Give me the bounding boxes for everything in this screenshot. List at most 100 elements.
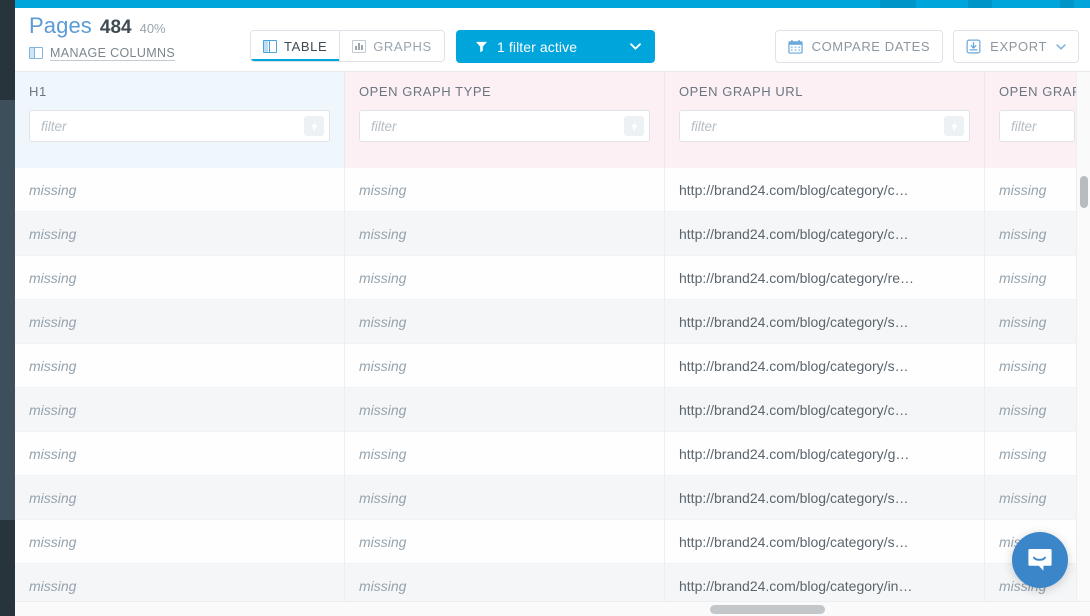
cell-missing-value: missing xyxy=(29,402,77,418)
grid-header-row: H1 OPEN GRAPH TYPE xyxy=(15,72,1090,168)
lightning-bolt-icon xyxy=(950,121,958,131)
cell-missing-value: missing xyxy=(999,490,1047,506)
cell-missing-value: missing xyxy=(999,182,1047,198)
table-cell: http://brand24.com/blog/category/s… xyxy=(665,476,985,520)
vertical-scrollbar-thumb[interactable] xyxy=(1080,176,1088,208)
column-header-open-graph-title: OPEN GRAPH T xyxy=(985,72,1090,168)
filter-active-button[interactable]: 1 filter active xyxy=(456,30,655,63)
cell-url-value: http://brand24.com/blog/category/in… xyxy=(679,578,913,594)
table-cell: missing xyxy=(345,432,665,476)
cell-missing-value: missing xyxy=(359,446,407,462)
table-row[interactable]: missing missing http://brand24.com/blog/ca… xyxy=(15,256,1090,300)
table-cell: missing xyxy=(15,432,345,476)
table-cell: missing xyxy=(985,256,1090,300)
table-icon xyxy=(263,39,277,53)
quick-filter-button[interactable] xyxy=(624,116,644,136)
tab-graphs[interactable]: GRAPHS xyxy=(339,31,444,61)
intercom-chat-icon xyxy=(1028,549,1052,571)
cell-missing-value: missing xyxy=(359,358,407,374)
horizontal-scrollbar[interactable] xyxy=(15,601,1090,616)
cell-missing-value: missing xyxy=(999,270,1047,286)
download-icon xyxy=(966,39,981,54)
cell-missing-value: missing xyxy=(29,182,77,198)
bar-chart-icon xyxy=(352,39,367,53)
filter-input[interactable] xyxy=(1000,111,1074,141)
cell-missing-value: missing xyxy=(29,578,77,594)
column-header-label: OPEN GRAPH URL xyxy=(679,84,804,99)
table-cell: missing xyxy=(345,300,665,344)
page-title-text: Pages xyxy=(29,13,92,38)
table-row[interactable]: missing missing http://brand24.com/blog/ca… xyxy=(15,520,1090,564)
manage-columns-link[interactable]: MANAGE COLUMNS xyxy=(29,46,175,60)
cell-missing-value: missing xyxy=(359,314,407,330)
quick-filter-button[interactable] xyxy=(304,116,324,136)
top-bar-segment xyxy=(1060,0,1074,8)
quick-filter-button[interactable] xyxy=(944,116,964,136)
table-cell: missing xyxy=(345,476,665,520)
table-row[interactable]: missing missing http://brand24.com/blog/ca… xyxy=(15,168,1090,212)
page-header: Pages 484 40% MANAGE COLUMNS TABLE GRAPH… xyxy=(15,8,1090,72)
data-grid: H1 OPEN GRAPH TYPE xyxy=(15,72,1090,616)
table-cell: missing xyxy=(985,476,1090,520)
table-cell: missing xyxy=(985,300,1090,344)
cell-missing-value: missing xyxy=(29,314,77,330)
filter-input[interactable] xyxy=(360,111,649,141)
cell-missing-value: missing xyxy=(359,534,407,550)
top-bar-segment xyxy=(968,0,992,8)
cell-missing-value: missing xyxy=(999,358,1047,374)
cell-missing-value: missing xyxy=(359,226,407,242)
table-cell: missing xyxy=(15,256,345,300)
table-cell: missing xyxy=(15,388,345,432)
table-row[interactable]: missing missing http://brand24.com/blog/ca… xyxy=(15,344,1090,388)
view-mode-toggle: TABLE GRAPHS xyxy=(250,30,445,62)
tab-graphs-label: GRAPHS xyxy=(373,38,432,54)
cell-missing-value: missing xyxy=(359,490,407,506)
grid-inner: H1 OPEN GRAPH TYPE xyxy=(15,72,1090,608)
funnel-icon xyxy=(475,41,488,53)
cell-missing-value: missing xyxy=(29,358,77,374)
tab-table[interactable]: TABLE xyxy=(251,31,340,61)
table-cell: missing xyxy=(985,432,1090,476)
filter-input[interactable] xyxy=(680,111,969,141)
column-filter-open-graph-type[interactable] xyxy=(359,110,650,142)
table-cell: missing xyxy=(15,476,345,520)
export-button[interactable]: EXPORT xyxy=(953,30,1079,63)
cell-url-value: http://brand24.com/blog/category/c… xyxy=(679,402,909,418)
table-cell: http://brand24.com/blog/category/c… xyxy=(665,212,985,256)
left-nav-rail[interactable] xyxy=(0,0,15,616)
cell-missing-value: missing xyxy=(359,182,407,198)
column-header-label: OPEN GRAPH TYPE xyxy=(359,84,492,99)
cell-missing-value: missing xyxy=(29,534,77,550)
cell-missing-value: missing xyxy=(359,402,407,418)
table-cell: http://brand24.com/blog/category/s… xyxy=(665,344,985,388)
column-filter-open-graph-title[interactable] xyxy=(999,110,1075,142)
column-header-open-graph-type: OPEN GRAPH TYPE xyxy=(345,72,665,168)
table-cell: missing xyxy=(985,168,1090,212)
horizontal-scrollbar-thumb[interactable] xyxy=(710,605,825,614)
table-cell: missing xyxy=(985,212,1090,256)
cell-missing-value: missing xyxy=(359,578,407,594)
compare-dates-button[interactable]: COMPARE DATES xyxy=(774,30,944,63)
table-row[interactable]: missing missing http://brand24.com/blog/ca… xyxy=(15,300,1090,344)
vertical-scrollbar[interactable] xyxy=(1076,72,1090,601)
app-root: Pages 484 40% MANAGE COLUMNS TABLE GRAPH… xyxy=(0,0,1090,616)
calendar-icon xyxy=(787,39,803,54)
table-row[interactable]: missing missing http://brand24.com/blog/ca… xyxy=(15,476,1090,520)
column-filter-open-graph-url[interactable] xyxy=(679,110,970,142)
page-title-percent: 40% xyxy=(139,21,166,36)
cell-missing-value: missing xyxy=(359,270,407,286)
compare-dates-label: COMPARE DATES xyxy=(811,39,931,54)
column-header-open-graph-url: OPEN GRAPH URL xyxy=(665,72,985,168)
table-row[interactable]: missing missing http://brand24.com/blog/ca… xyxy=(15,432,1090,476)
cell-missing-value: missing xyxy=(29,490,77,506)
table-row[interactable]: missing missing http://brand24.com/blog/ca… xyxy=(15,212,1090,256)
table-row[interactable]: missing missing http://brand24.com/blog/ca… xyxy=(15,388,1090,432)
filter-input[interactable] xyxy=(30,111,329,141)
cell-url-value: http://brand24.com/blog/category/s… xyxy=(679,358,909,374)
cell-missing-value: missing xyxy=(999,446,1047,462)
rail-top-section xyxy=(0,0,15,100)
intercom-launcher-button[interactable] xyxy=(1012,532,1068,588)
cell-missing-value: missing xyxy=(29,226,77,242)
column-filter-h1[interactable] xyxy=(29,110,330,142)
cell-url-value: http://brand24.com/blog/category/s… xyxy=(679,490,909,506)
